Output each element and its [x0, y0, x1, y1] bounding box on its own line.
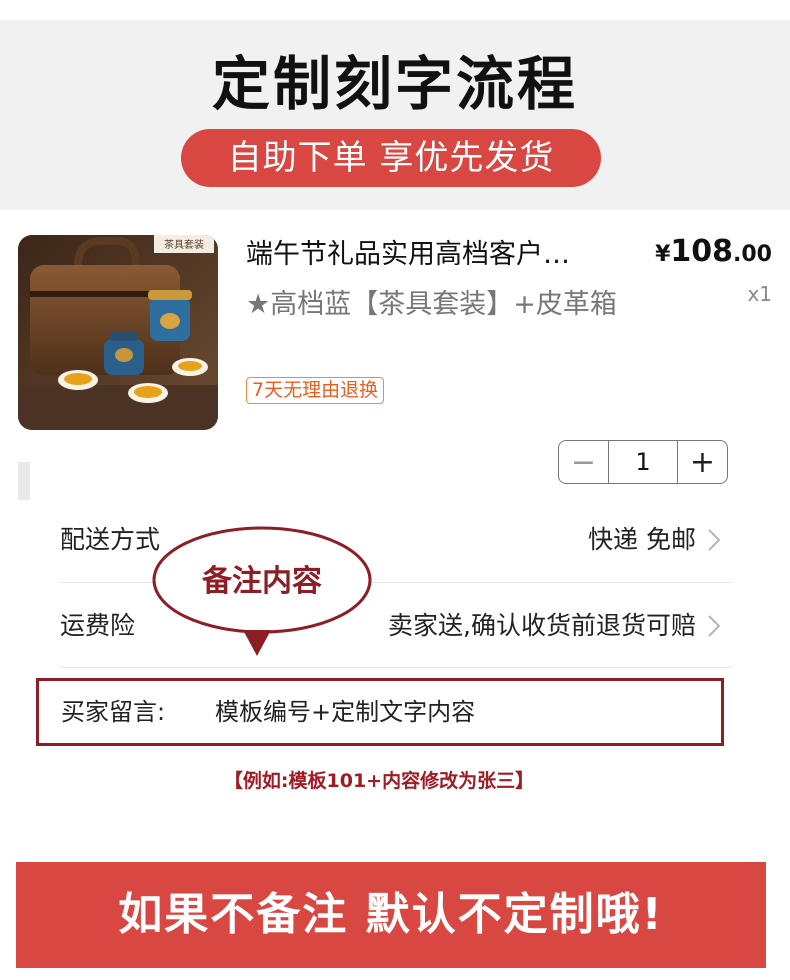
- decrease-button[interactable]: −: [559, 441, 609, 483]
- product-price: ¥108.00: [655, 234, 772, 269]
- footer-banner: 如果不备注 默认不定制哦!: [16, 862, 766, 968]
- page-title: 定制刻字流程: [211, 50, 578, 118]
- price-currency: ¥: [655, 242, 671, 267]
- price-decimal: .00: [733, 242, 772, 267]
- callout-text: 备注内容: [202, 564, 322, 599]
- delivery-value: 快递 免邮: [588, 525, 696, 554]
- subtitle-pill: 自助下单 享优先发货: [181, 129, 601, 187]
- increase-button[interactable]: +: [677, 441, 727, 483]
- message-label: 买家留言:: [61, 698, 166, 726]
- scroll-marker: [18, 462, 30, 500]
- return-policy-badge: 7天无理由退换: [246, 377, 385, 404]
- quantity-stepper: − 1 +: [558, 440, 728, 484]
- delivery-label: 配送方式: [60, 525, 161, 554]
- insurance-label: 运费险: [60, 611, 136, 640]
- price-integer: 108: [670, 234, 734, 269]
- quantity-value[interactable]: 1: [609, 441, 677, 483]
- buyer-message-field[interactable]: 买家留言: 模板编号+定制文字内容: [36, 678, 724, 746]
- chevron-right-icon: [708, 529, 721, 551]
- chevron-right-icon: [708, 615, 721, 637]
- product-title[interactable]: 端午节礼品实用高档客户…: [246, 236, 646, 274]
- message-value[interactable]: 模板编号+定制文字内容: [215, 681, 475, 743]
- insurance-value: 卖家送,确认收货前退货可赔: [388, 611, 696, 640]
- product-image[interactable]: 茶具套装: [18, 235, 218, 430]
- divider: [60, 667, 732, 668]
- quantity-mark: x1: [747, 282, 772, 306]
- image-label: 茶具套装: [164, 238, 204, 251]
- product-spec[interactable]: ★高档蓝【茶具套装】+皮革箱: [246, 286, 626, 324]
- example-note: 【例如:模板101+内容修改为张三】: [223, 770, 535, 792]
